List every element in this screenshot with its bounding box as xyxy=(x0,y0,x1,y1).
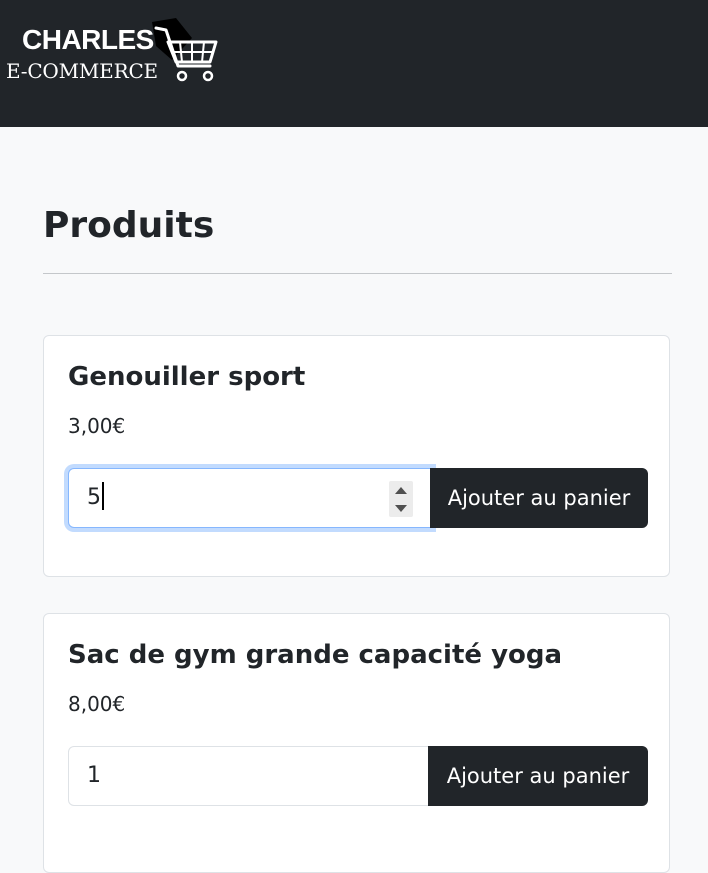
quantity-value: 1 xyxy=(87,763,101,788)
arrow-down-icon xyxy=(395,504,407,512)
product-name: Sac de gym grande capacité yoga xyxy=(68,640,563,670)
increment-button[interactable] xyxy=(389,481,413,499)
page-title: Produits xyxy=(43,205,215,246)
product-price: 3,00€ xyxy=(68,414,126,438)
text-caret xyxy=(102,482,104,510)
quantity-input[interactable]: 1 xyxy=(68,746,432,806)
product-card: Genouiller sport 3,00€ 5 Ajouter au pani… xyxy=(43,335,670,577)
product-card: Sac de gym grande capacité yoga 8,00€ 1 … xyxy=(43,613,670,873)
brand-logo[interactable]: CHARLES E-COMMERCE xyxy=(6,14,221,88)
quantity-input[interactable]: 5 xyxy=(68,468,432,528)
add-to-cart-button[interactable]: Ajouter au panier xyxy=(428,746,648,806)
product-name: Genouiller sport xyxy=(68,362,306,392)
decrement-button[interactable] xyxy=(389,499,413,517)
quantity-value: 5 xyxy=(87,485,101,510)
logo-bottom-text: E-COMMERCE xyxy=(6,59,158,83)
logo-top-text: CHARLES xyxy=(22,24,154,55)
add-to-cart-button[interactable]: Ajouter au panier xyxy=(430,468,648,528)
navbar: CHARLES E-COMMERCE xyxy=(0,0,708,127)
arrow-up-icon xyxy=(395,486,407,494)
quantity-spinner[interactable] xyxy=(389,481,413,517)
title-divider xyxy=(43,273,672,274)
product-price: 8,00€ xyxy=(68,692,126,716)
shopping-cart-icon xyxy=(152,18,218,82)
